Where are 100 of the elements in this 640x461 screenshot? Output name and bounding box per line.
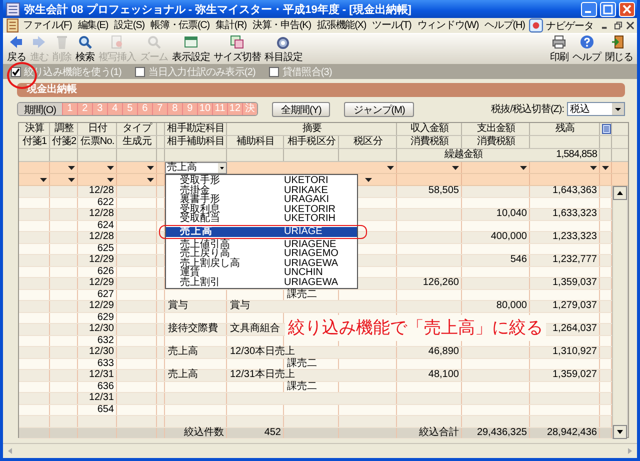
menu-item[interactable]: ツール(T) [369, 18, 414, 32]
menu-item[interactable]: ヘルプ(H) [482, 18, 528, 32]
checkbox[interactable] [11, 67, 21, 77]
menu-item[interactable]: 決算・申告(K) [249, 18, 314, 32]
toolbar-button[interactable]: ヘルプ [570, 34, 603, 64]
table-cell-text: 622 [96, 198, 115, 208]
column-header: 税区分 [352, 136, 384, 148]
menu-item[interactable]: 編集(E) [74, 18, 112, 32]
table-cell-text: 12/30本日売上 [229, 347, 296, 358]
caret-icon[interactable] [364, 178, 372, 182]
table-cell-text: 12/31 [88, 370, 115, 380]
toolbar-button[interactable]: 印刷 [548, 34, 571, 64]
table-cell-text: 12/29 [88, 278, 115, 288]
maximize-icon[interactable] [600, 2, 616, 16]
menu-item[interactable]: ファイル(F) [20, 18, 75, 32]
period-action-button[interactable]: 全期間(Y) [272, 102, 330, 116]
navigator-icon[interactable] [528, 18, 544, 33]
dropdown-option[interactable]: 売上戻り高 URIAGEMO [166, 249, 357, 259]
table-cell-text: 課売二 [286, 290, 318, 300]
checkbox[interactable] [269, 67, 280, 77]
column-header: 調整 [53, 123, 75, 136]
table-cell-text: 629 [96, 312, 115, 323]
period-action-button[interactable]: ジャンプ(M) [344, 102, 414, 116]
filter-field[interactable]: 売上高 [165, 162, 227, 174]
restore-icon[interactable] [614, 21, 622, 30]
column-header: 残高 [554, 123, 576, 136]
column-header: 補助科目 [235, 136, 276, 148]
navigator-link[interactable]: ナビゲータ [546, 18, 594, 32]
toolbar-button[interactable]: 表示設定 [170, 34, 212, 64]
table-cell-text: 1,310,927 [552, 347, 598, 358]
menu-item[interactable]: 拡張機能(X) [314, 18, 370, 32]
column-header: 支出金額 [476, 123, 516, 136]
app-icon [5, 2, 21, 16]
table-cell-text: 1,264,037 [552, 324, 598, 334]
caret-icon[interactable] [68, 166, 75, 170]
table-cell-text: 400,000 [490, 232, 528, 242]
scrollbar[interactable] [612, 186, 627, 439]
table-cell-text: 接待交際費 [167, 324, 219, 334]
column-header: 付箋1 [21, 136, 48, 148]
caret-icon[interactable] [452, 166, 459, 170]
minimize-icon[interactable] [581, 2, 597, 16]
column-header: 相手補助科目 [166, 136, 226, 148]
caret-icon[interactable] [107, 166, 114, 170]
table-cell-text: 課売二 [286, 382, 318, 392]
table-cell-text: 10,040 [495, 209, 528, 220]
caret-icon[interactable] [68, 178, 75, 182]
column-header: 相手税区分 [286, 136, 336, 148]
scroll-down-icon[interactable] [613, 425, 627, 439]
table-cell-text: 1,232,777 [552, 255, 598, 266]
toolbar-button[interactable]: サイズ切替 [212, 34, 263, 64]
toolbar-button[interactable]: 戻る [5, 34, 28, 64]
dropdown-option[interactable]: 売上割戻し高 URIAGEWA [166, 258, 357, 268]
table-cell-text: 48,100 [427, 370, 460, 380]
toolbar-button[interactable]: 閉じる [602, 34, 635, 64]
resize-icon [229, 34, 246, 50]
column-header: 消費税額 [476, 136, 516, 148]
table-cell-text: 1,359,037 [552, 278, 598, 288]
dropdown-option[interactable]: 受取配当 UKETORIH [166, 214, 357, 224]
checkmark-icon [12, 68, 20, 76]
table-cell-text: 12/31本日売上 [229, 370, 296, 380]
magnifier-icon [146, 34, 162, 50]
table-cell-text: 12/28 [88, 232, 115, 242]
toolbar-button[interactable]: 科目設定 [262, 34, 304, 64]
period-button[interactable]: 期間(O) [18, 103, 62, 115]
column-settings-icon[interactable] [602, 124, 610, 134]
table-cell-text: 絞込合計 [418, 428, 460, 438]
checkbox[interactable] [135, 67, 146, 77]
carry-label: 繰越金額 [443, 149, 484, 161]
column-header: 相手勘定科目 [166, 123, 226, 136]
table-cell-text: 46,890 [427, 347, 460, 358]
column-header: タイプ [122, 123, 154, 136]
menu-item[interactable]: 帳簿・伝票(C) [147, 18, 213, 32]
table-cell-text: 546 [509, 255, 528, 266]
caret-icon[interactable] [40, 178, 47, 182]
dropdown-option[interactable]: 売掛金 URIKAKE [166, 186, 357, 196]
window-icon [182, 34, 199, 50]
dropdown-option[interactable]: 運賃 UNCHIN [166, 268, 357, 278]
caret-icon[interactable] [520, 166, 527, 170]
caret-icon[interactable] [107, 178, 114, 182]
dropdown-option[interactable]: 裏書手形 URAGAKI [166, 195, 357, 205]
menu-item[interactable]: 集計(R) [212, 18, 250, 32]
close-icon[interactable] [626, 21, 635, 30]
dropdown-option[interactable]: 売上値引高 URIAGENE [166, 240, 357, 250]
scroll-up-icon[interactable] [613, 186, 627, 200]
table-cell-text: 452 [263, 428, 282, 438]
tax-select[interactable]: 税込 [567, 102, 625, 116]
dropdown-option[interactable]: 受取利息 UKETORIR [166, 204, 357, 214]
caret-icon[interactable] [147, 166, 154, 170]
table-cell-text: 賞与 [229, 301, 251, 312]
table-cell-text: 12/29 [88, 301, 115, 312]
dropdown-option[interactable]: 売上割引 URIAGEWA [166, 278, 357, 288]
toolbar-button[interactable]: 検索 [73, 34, 96, 64]
menu-item[interactable]: 設定(S) [111, 18, 148, 32]
table-cell-text: 636 [96, 382, 115, 392]
menu-item[interactable]: ウィンドウ(W) [414, 18, 482, 32]
caret-icon[interactable] [387, 166, 394, 170]
table-cell-text: 627 [96, 290, 115, 300]
dropdown-option[interactable]: 受取手形 UKETORI [166, 176, 357, 186]
table-cell-text: 626 [96, 266, 115, 277]
caret-icon[interactable] [147, 178, 154, 182]
